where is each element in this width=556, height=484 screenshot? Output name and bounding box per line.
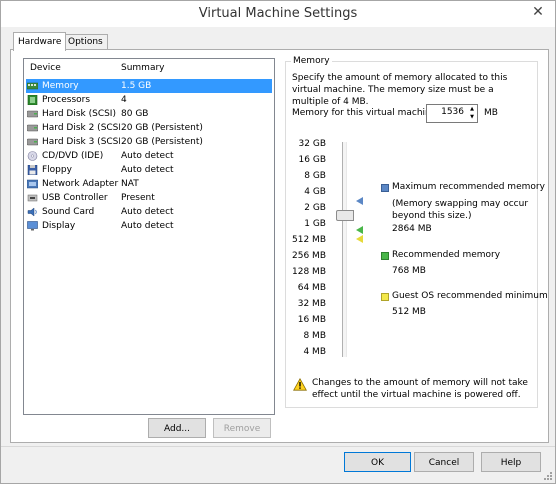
cd-dvd-icon — [27, 151, 38, 161]
memory-spinbox[interactable]: 1536 ▲ ▼ — [426, 104, 478, 123]
scale-label: 32 GB — [298, 139, 326, 149]
scale-label: 128 MB — [292, 267, 326, 277]
device-summary: Auto detect — [121, 221, 174, 231]
memory-field-label: Memory for this virtual machine: — [292, 108, 440, 118]
device-summary: 80 GB — [121, 109, 149, 119]
tab-hardware[interactable]: Hardware — [13, 32, 67, 51]
scale-label: 64 MB — [297, 283, 326, 293]
tab-options[interactable]: Options — [63, 34, 108, 50]
scale-label: 256 MB — [292, 251, 326, 261]
spin-down-icon[interactable]: ▼ — [467, 113, 477, 121]
device-summary: Present — [121, 193, 155, 203]
device-row-processors[interactable]: Processors 4 — [26, 93, 272, 107]
network-adapter-icon — [27, 179, 38, 189]
scale-label: 8 GB — [304, 171, 326, 181]
device-name: Floppy — [42, 165, 72, 175]
minimum-value: 512 MB — [392, 307, 426, 317]
display-icon — [27, 221, 38, 231]
hard-disk-icon — [27, 110, 38, 118]
scale-label: 8 MB — [303, 331, 326, 341]
device-name: Memory — [42, 81, 79, 91]
add-button[interactable]: Add... — [148, 418, 206, 438]
device-row-network-adapter[interactable]: Network Adapter NAT — [26, 177, 272, 191]
device-summary: 4 — [121, 95, 127, 105]
max-recommended-note: (Memory swapping may occur beyond this s… — [392, 199, 529, 221]
device-name: USB Controller — [42, 193, 108, 203]
resize-grip-icon[interactable] — [543, 471, 553, 481]
memory-slider-track[interactable] — [342, 142, 347, 357]
recommended-marker-icon — [356, 226, 363, 234]
device-name: Hard Disk 2 (SCSI) — [42, 123, 120, 133]
device-name: CD/DVD (IDE) — [42, 151, 104, 161]
memory-slider-thumb[interactable] — [336, 210, 354, 221]
max-recommended-marker-icon — [356, 197, 363, 205]
window-title: Virtual Machine Settings — [198, 6, 358, 21]
scale-label: 1 GB — [304, 219, 326, 229]
device-name: Sound Card — [42, 207, 95, 217]
device-row-sound-card[interactable]: Sound Card Auto detect — [26, 205, 272, 219]
device-row-floppy[interactable]: Floppy Auto detect — [26, 163, 272, 177]
memory-value[interactable]: 1536 — [441, 107, 464, 117]
device-row-display[interactable]: Display Auto detect — [26, 219, 272, 233]
title-bar: Virtual Machine Settings ✕ — [1, 1, 555, 27]
device-row-hard-disk-2[interactable]: Hard Disk 2 (SCSI) 20 GB (Persistent) — [26, 121, 272, 135]
device-summary: 20 GB (Persistent) — [121, 123, 203, 133]
device-summary: Auto detect — [121, 207, 174, 217]
device-name: Display — [42, 221, 76, 231]
device-list[interactable]: Device Summary Memory 1.5 GB Processors … — [23, 58, 275, 415]
memory-group-title: Memory — [291, 56, 332, 66]
close-icon[interactable]: ✕ — [525, 3, 551, 21]
device-summary: Auto detect — [121, 151, 174, 161]
scale-label: 512 MB — [292, 235, 326, 245]
minimum-title: Guest OS recommended minimum — [392, 291, 548, 301]
recommended-legend-icon — [381, 252, 389, 260]
device-row-cd-dvd[interactable]: CD/DVD (IDE) Auto detect — [26, 149, 272, 163]
minimum-legend-icon — [381, 293, 389, 301]
scale-label: 4 MB — [303, 347, 326, 357]
device-summary: Auto detect — [121, 165, 174, 175]
device-name: Processors — [42, 95, 91, 105]
virtual-machine-settings-window: Virtual Machine Settings ✕ Hardware Opti… — [0, 0, 556, 484]
help-button[interactable]: Help — [481, 452, 541, 472]
memory-icon — [27, 82, 38, 90]
memory-description: Specify the amount of memory allocated t… — [292, 73, 508, 107]
device-summary: NAT — [121, 179, 139, 189]
spin-up-icon[interactable]: ▲ — [467, 105, 477, 113]
usb-icon — [27, 194, 38, 202]
floppy-icon — [27, 165, 38, 175]
device-row-memory[interactable]: Memory 1.5 GB — [26, 79, 272, 93]
sound-card-icon — [27, 207, 37, 217]
max-recommended-legend-icon — [381, 184, 389, 192]
processor-icon — [27, 95, 38, 105]
summary-column-header[interactable]: Summary — [121, 63, 165, 77]
scale-label: 4 GB — [304, 187, 326, 197]
device-summary: 1.5 GB — [121, 81, 152, 91]
device-row-hard-disk-3[interactable]: Hard Disk 3 (SCSI) 20 GB (Persistent) — [26, 135, 272, 149]
memory-unit-label: MB — [484, 108, 498, 118]
minimum-marker-icon — [356, 235, 363, 243]
warning-icon — [293, 378, 307, 391]
cancel-button[interactable]: Cancel — [414, 452, 474, 472]
recommended-title: Recommended memory — [392, 250, 501, 260]
device-name: Hard Disk (SCSI) — [42, 109, 116, 119]
device-row-hard-disk-scsi[interactable]: Hard Disk (SCSI) 80 GB — [26, 107, 272, 121]
scale-label: 2 GB — [304, 203, 326, 213]
footer-separator — [1, 446, 555, 447]
scale-label: 16 GB — [298, 155, 326, 165]
scale-label: 32 MB — [297, 299, 326, 309]
hard-disk-icon — [27, 138, 38, 146]
remove-button[interactable]: Remove — [213, 418, 271, 438]
device-summary: 20 GB (Persistent) — [121, 137, 203, 147]
scale-label: 16 MB — [297, 315, 326, 325]
memory-warning-text: Changes to the amount of memory will not… — [312, 378, 528, 400]
device-row-usb-controller[interactable]: USB Controller Present — [26, 191, 272, 205]
ok-button[interactable]: OK — [344, 452, 411, 472]
device-name: Hard Disk 3 (SCSI) — [42, 137, 120, 147]
max-recommended-title: Maximum recommended memory — [392, 182, 545, 192]
device-name: Network Adapter — [42, 179, 119, 189]
hard-disk-icon — [27, 124, 38, 132]
max-recommended-value: 2864 MB — [392, 224, 432, 234]
device-column-header[interactable]: Device — [30, 63, 61, 77]
recommended-value: 768 MB — [392, 266, 426, 276]
